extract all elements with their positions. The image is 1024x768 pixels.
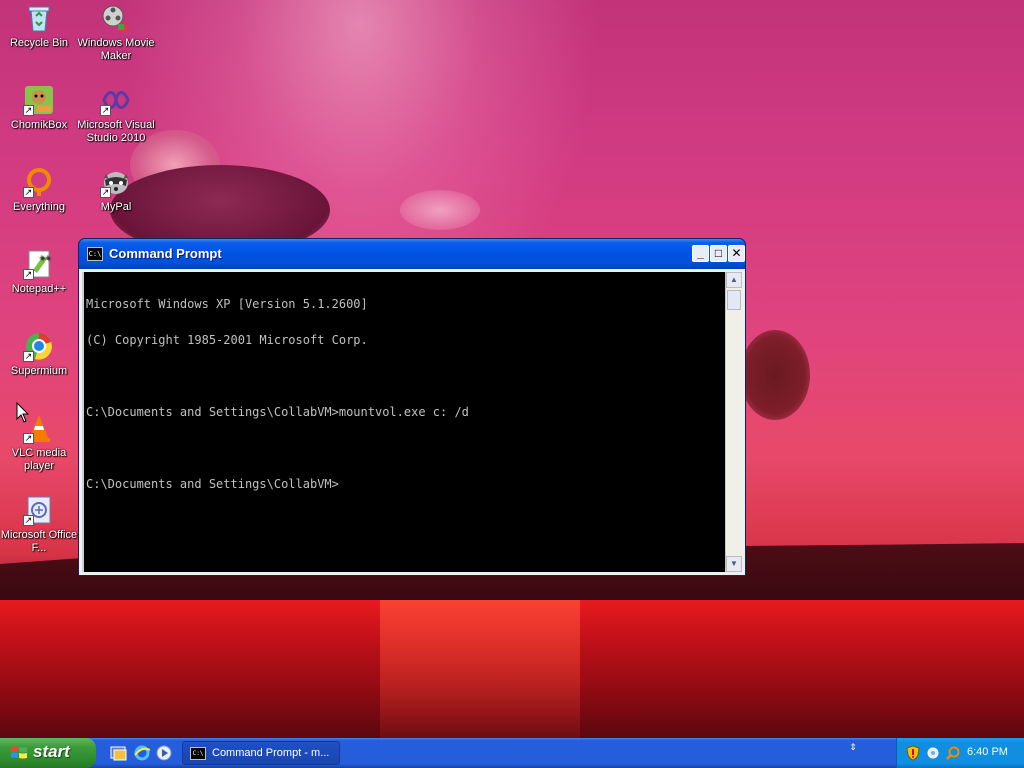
desktop-icon-windows-movie-maker[interactable]: Windows Movie Maker bbox=[77, 2, 155, 63]
desktop[interactable]: Recycle Bin ↗ ChomikBox ↗ Everything ++ … bbox=[0, 0, 1024, 738]
desktop-icon-mypal[interactable]: ↗ MyPal bbox=[77, 166, 155, 214]
console-output[interactable]: Microsoft Windows XP [Version 5.1.2600] … bbox=[84, 272, 725, 572]
desktop-icon-everything[interactable]: ↗ Everything bbox=[0, 166, 78, 214]
desktop-icon-label: VLC media player bbox=[11, 447, 67, 472]
shortcut-arrow-icon: ↗ bbox=[100, 105, 111, 116]
maximize-button[interactable]: □ bbox=[710, 245, 727, 262]
console-line: (C) Copyright 1985-2001 Microsoft Corp. bbox=[86, 333, 368, 347]
notepad-plus-plus-icon: ++ ↗ bbox=[23, 248, 55, 280]
scroll-up-button[interactable]: ▲ bbox=[726, 272, 742, 288]
scroll-thumb[interactable] bbox=[727, 290, 741, 310]
recycle-bin-icon bbox=[23, 2, 55, 34]
window-titlebar[interactable]: C:\ Command Prompt _ □ ✕ bbox=[79, 239, 745, 269]
internet-explorer-icon[interactable] bbox=[133, 744, 151, 762]
console-line: C:\Documents and Settings\CollabVM>mount… bbox=[86, 405, 469, 419]
desktop-icon-recycle-bin[interactable]: Recycle Bin bbox=[0, 2, 78, 50]
start-button[interactable]: start bbox=[0, 738, 96, 768]
search-tray-icon[interactable] bbox=[945, 745, 961, 761]
shortcut-arrow-icon: ↗ bbox=[23, 187, 34, 198]
taskbar-button-command-prompt[interactable]: C:\ Command Prompt - m... bbox=[182, 741, 340, 765]
clock[interactable]: 6:40 PM bbox=[967, 746, 1008, 758]
desktop-icon-microsoft-office[interactable]: ↗ Microsoft Office F... bbox=[0, 494, 78, 555]
command-prompt-window[interactable]: C:\ Command Prompt _ □ ✕ Microsoft Windo… bbox=[78, 238, 746, 576]
mouse-cursor-icon bbox=[16, 402, 30, 423]
tray-expand-icon[interactable]: ⇕ bbox=[846, 743, 860, 763]
media-player-icon[interactable] bbox=[155, 744, 173, 762]
desktop-icon-supermium[interactable]: ↗ Supermium bbox=[0, 330, 78, 378]
scroll-down-button[interactable]: ▼ bbox=[726, 556, 742, 572]
desktop-icon-label: Everything bbox=[13, 201, 65, 213]
wallpaper-lake bbox=[0, 600, 1024, 738]
network-icon[interactable] bbox=[925, 745, 941, 761]
shortcut-arrow-icon: ↗ bbox=[23, 515, 34, 526]
desktop-icon-chomikbox[interactable]: ↗ ChomikBox bbox=[0, 84, 78, 132]
mypal-raccoon-icon: ↗ bbox=[100, 166, 132, 198]
command-prompt-icon[interactable]: C:\ bbox=[87, 247, 103, 261]
vertical-scrollbar[interactable]: ▲ ▼ bbox=[725, 272, 742, 572]
desktop-icon-label: Microsoft Visual Studio 2010 bbox=[77, 119, 155, 144]
console-prompt-line: C:\Documents and Settings\CollabVM> bbox=[86, 477, 339, 491]
desktop-icon-label: MyPal bbox=[100, 201, 132, 213]
desktop-icon-visual-studio[interactable]: ↗ Microsoft Visual Studio 2010 bbox=[77, 84, 155, 145]
windows-flag-icon bbox=[11, 746, 27, 759]
desktop-icon-label: ChomikBox bbox=[10, 119, 68, 131]
shortcut-arrow-icon: ↗ bbox=[100, 187, 111, 198]
system-tray: 6:40 PM bbox=[896, 738, 1024, 768]
svg-text:++: ++ bbox=[39, 254, 51, 262]
shortcut-arrow-icon: ↗ bbox=[23, 433, 34, 444]
shortcut-arrow-icon: ↗ bbox=[23, 269, 34, 280]
office-document-icon: ↗ bbox=[23, 494, 55, 526]
movie-maker-icon bbox=[100, 2, 132, 34]
taskbar: start C:\ Command Prompt - m... ⇕ 6:40 P… bbox=[0, 738, 1024, 768]
desktop-icon-label: Recycle Bin bbox=[9, 37, 69, 49]
security-shield-icon[interactable] bbox=[905, 745, 921, 761]
desktop-icon-label: Supermium bbox=[10, 365, 68, 377]
show-desktop-icon[interactable] bbox=[110, 744, 128, 762]
desktop-icon-notepad-plus-plus[interactable]: ++ ↗ Notepad++ bbox=[0, 248, 78, 296]
close-button[interactable]: ✕ bbox=[728, 245, 745, 262]
taskbar-button-label: Command Prompt - m... bbox=[212, 747, 330, 759]
supermium-browser-icon: ↗ bbox=[23, 330, 55, 362]
start-label: start bbox=[33, 742, 70, 761]
minimize-button[interactable]: _ bbox=[692, 245, 709, 262]
window-title: Command Prompt bbox=[109, 246, 222, 261]
everything-search-icon: ↗ bbox=[23, 166, 55, 198]
desktop-icon-label: Windows Movie Maker bbox=[77, 37, 155, 62]
console-line: Microsoft Windows XP [Version 5.1.2600] bbox=[86, 297, 368, 311]
command-prompt-icon: C:\ bbox=[190, 747, 206, 760]
chomikbox-icon: ↗ bbox=[23, 84, 55, 116]
desktop-icon-vlc[interactable]: ↗ VLC media player bbox=[0, 412, 78, 473]
visual-studio-icon: ↗ bbox=[100, 84, 132, 116]
wallpaper-cloud bbox=[400, 190, 480, 230]
window-frame: Microsoft Windows XP [Version 5.1.2600] … bbox=[79, 269, 745, 575]
wallpaper-cloud bbox=[740, 330, 810, 420]
shortcut-arrow-icon: ↗ bbox=[23, 351, 34, 362]
shortcut-arrow-icon: ↗ bbox=[23, 105, 34, 116]
desktop-icon-label: Microsoft Office F... bbox=[0, 529, 78, 554]
desktop-icon-label: Notepad++ bbox=[11, 283, 67, 295]
